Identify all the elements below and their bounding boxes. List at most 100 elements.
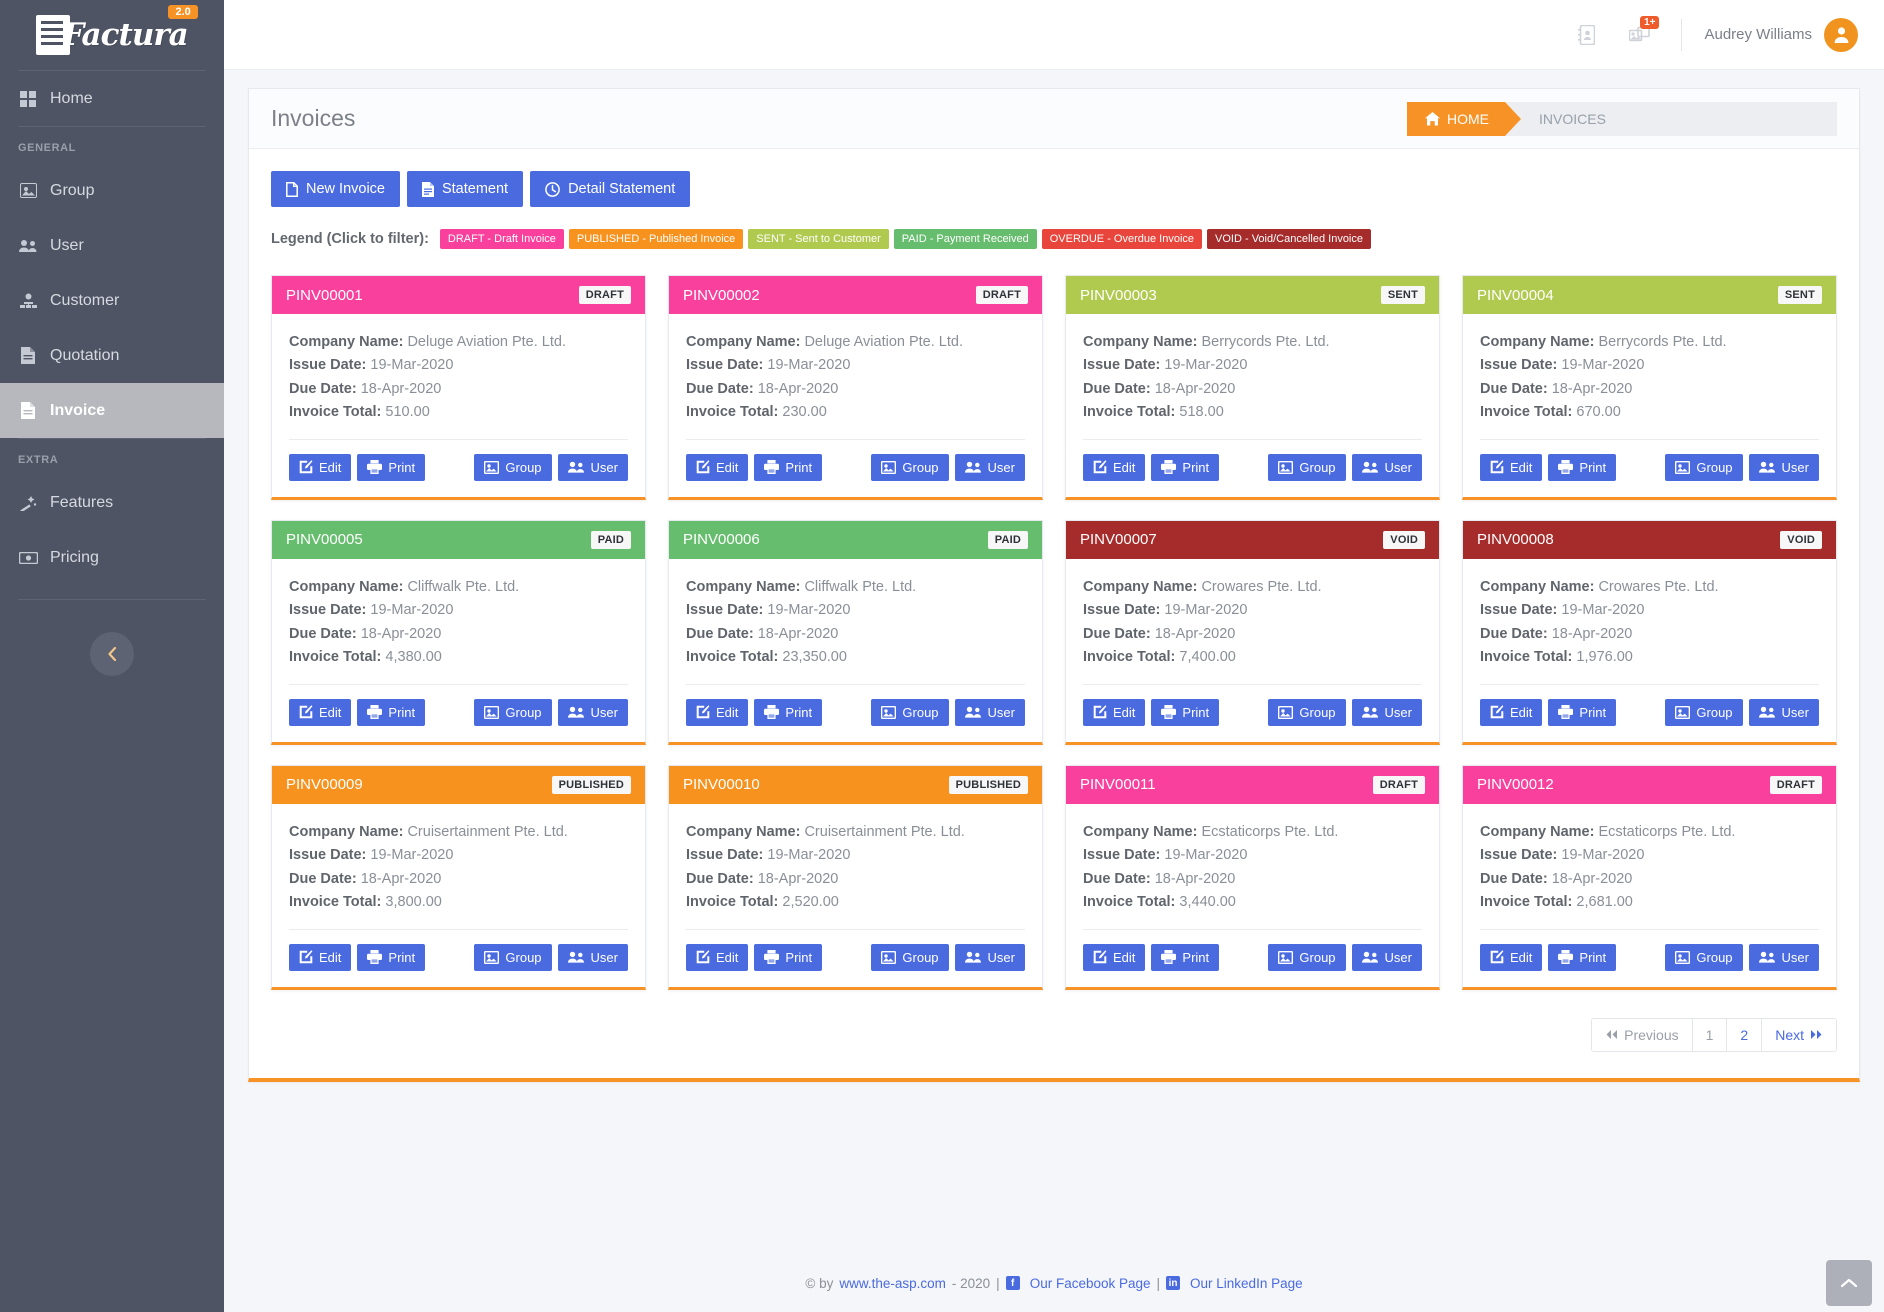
user-button[interactable]: User xyxy=(557,698,628,726)
group-button[interactable]: Group xyxy=(1665,453,1743,481)
user-button[interactable]: User xyxy=(1748,698,1819,726)
print-button[interactable]: Print xyxy=(754,453,823,481)
print-button[interactable]: Print xyxy=(1548,943,1617,971)
legend-chip-sent[interactable]: SENT - Sent to Customer xyxy=(748,229,889,249)
sidebar-collapse-button[interactable] xyxy=(90,632,134,676)
invoice-card-body: Company Name: Crowares Pte. Ltd. Issue Da… xyxy=(1066,559,1439,670)
print-button[interactable]: Print xyxy=(754,698,823,726)
invoice-card-footer: Edit Print Group User xyxy=(686,438,1025,481)
address-book-button[interactable] xyxy=(1559,0,1613,70)
print-button[interactable]: Print xyxy=(357,943,426,971)
print-button[interactable]: Print xyxy=(1548,453,1617,481)
invoice-total-value: 23,350.00 xyxy=(782,649,847,666)
edit-button[interactable]: Edit xyxy=(289,453,352,481)
edit-button[interactable]: Edit xyxy=(1480,698,1543,726)
invoice-total-label: Invoice Total: xyxy=(686,649,779,666)
pagination-page-2[interactable]: 2 xyxy=(1727,1018,1763,1051)
invoice-card-header: PINV00010 PUBLISHED xyxy=(669,765,1042,804)
edit-button[interactable]: Edit xyxy=(686,943,749,971)
group-button[interactable]: Group xyxy=(474,453,552,481)
user-button[interactable]: User xyxy=(1351,943,1422,971)
breadcrumb-home[interactable]: HOME xyxy=(1407,101,1521,136)
sidebar-item-pricing[interactable]: Pricing xyxy=(0,530,224,585)
group-button[interactable]: Group xyxy=(871,698,949,726)
edit-button[interactable]: Edit xyxy=(686,698,749,726)
pagination-previous[interactable]: Previous xyxy=(1592,1018,1693,1051)
edit-button[interactable]: Edit xyxy=(1480,453,1543,481)
legend-chip-paid[interactable]: PAID - Payment Received xyxy=(893,229,1037,249)
group-button[interactable]: Group xyxy=(474,943,552,971)
user-button[interactable]: User xyxy=(1748,453,1819,481)
company-name-field: Company Name: Cruisertainment Pte. Ltd. xyxy=(289,821,628,844)
user-button[interactable]: User xyxy=(1351,698,1422,726)
group-button[interactable]: Group xyxy=(1268,453,1346,481)
issue-date-value: 19-Mar-2020 xyxy=(1561,847,1645,864)
avatar[interactable] xyxy=(1824,17,1858,52)
statement-button[interactable]: Statement xyxy=(406,171,524,207)
pagination-previous-label: Previous xyxy=(1624,1026,1679,1043)
legend-chip-published[interactable]: PUBLISHED - Published Invoice xyxy=(568,229,744,249)
facebook-icon: f xyxy=(1005,1276,1020,1290)
sidebar-item-invoice[interactable]: Invoice xyxy=(0,383,224,438)
brand-logo[interactable]: Factura 2.0 xyxy=(0,0,224,70)
print-button[interactable]: Print xyxy=(1548,698,1617,726)
user-button[interactable]: User xyxy=(557,453,628,481)
legend-chip-draft[interactable]: DRAFT - Draft Invoice xyxy=(439,229,564,249)
pagination-page-1[interactable]: 1 xyxy=(1692,1018,1728,1051)
gallery-button[interactable]: 1+ xyxy=(1613,0,1667,70)
footer-site-link[interactable]: www.the-asp.com xyxy=(839,1276,946,1291)
company-name-value: Ecstaticorps Pte. Ltd. xyxy=(1201,823,1339,840)
print-button[interactable]: Print xyxy=(1151,943,1220,971)
edit-button[interactable]: Edit xyxy=(1083,453,1146,481)
sidebar-item-features[interactable]: Features xyxy=(0,475,224,530)
print-button[interactable]: Print xyxy=(754,943,823,971)
breadcrumb-home-label: HOME xyxy=(1447,110,1489,127)
new-invoice-button[interactable]: New Invoice xyxy=(271,171,400,207)
clock-icon xyxy=(545,181,560,197)
sidebar-item-home[interactable]: Home xyxy=(0,71,224,126)
print-button[interactable]: Print xyxy=(1151,698,1220,726)
edit-button[interactable]: Edit xyxy=(289,698,352,726)
group-button[interactable]: Group xyxy=(1268,943,1346,971)
user-button[interactable]: User xyxy=(954,453,1025,481)
user-button[interactable]: User xyxy=(1351,453,1422,481)
invoice-id: PINV00012 xyxy=(1477,776,1554,794)
user-button[interactable]: User xyxy=(557,943,628,971)
footer-linkedin-link[interactable]: Our LinkedIn Page xyxy=(1190,1276,1303,1291)
group-button[interactable]: Group xyxy=(1665,698,1743,726)
edit-button[interactable]: Edit xyxy=(1083,698,1146,726)
detail-statement-button[interactable]: Detail Statement xyxy=(530,171,691,207)
pagination-next[interactable]: Next xyxy=(1762,1018,1836,1051)
edit-button[interactable]: Edit xyxy=(289,943,352,971)
group-button[interactable]: Group xyxy=(1665,943,1743,971)
due-date-value: 18-Apr-2020 xyxy=(1551,380,1633,397)
group-button[interactable]: Group xyxy=(1268,698,1346,726)
invoice-card-header: PINV00005 PAID xyxy=(272,520,645,559)
scroll-to-top-button[interactable] xyxy=(1826,1260,1872,1306)
print-button[interactable]: Print xyxy=(357,453,426,481)
user-button[interactable]: User xyxy=(1748,943,1819,971)
right-actions: Group User xyxy=(1268,698,1422,726)
invoice-total-value: 518.00 xyxy=(1179,404,1224,421)
edit-button[interactable]: Edit xyxy=(1480,943,1543,971)
invoice-card-header: PINV00001 DRAFT xyxy=(272,276,645,314)
print-button[interactable]: Print xyxy=(357,698,426,726)
group-button[interactable]: Group xyxy=(871,943,949,971)
invoice-card-footer: Edit Print Group User xyxy=(1480,928,1819,971)
footer-facebook-link[interactable]: Our Facebook Page xyxy=(1030,1276,1151,1291)
sidebar-item-group[interactable]: Group xyxy=(0,163,224,218)
printer-icon xyxy=(1558,705,1574,720)
user-button[interactable]: User xyxy=(954,698,1025,726)
edit-button[interactable]: Edit xyxy=(1083,943,1146,971)
sidebar-item-customer[interactable]: Customer xyxy=(0,273,224,328)
invoice-card-header: PINV00009 PUBLISHED xyxy=(272,765,645,804)
group-button[interactable]: Group xyxy=(474,698,552,726)
group-button[interactable]: Group xyxy=(871,453,949,481)
sidebar-item-quotation[interactable]: Quotation xyxy=(0,328,224,383)
sidebar-item-user[interactable]: User xyxy=(0,218,224,273)
legend-chip-overdue[interactable]: OVERDUE - Overdue Invoice xyxy=(1041,229,1203,249)
edit-button[interactable]: Edit xyxy=(686,453,749,481)
legend-chip-void[interactable]: VOID - Void/Cancelled Invoice xyxy=(1207,229,1371,249)
print-button[interactable]: Print xyxy=(1151,453,1220,481)
user-button[interactable]: User xyxy=(954,943,1025,971)
